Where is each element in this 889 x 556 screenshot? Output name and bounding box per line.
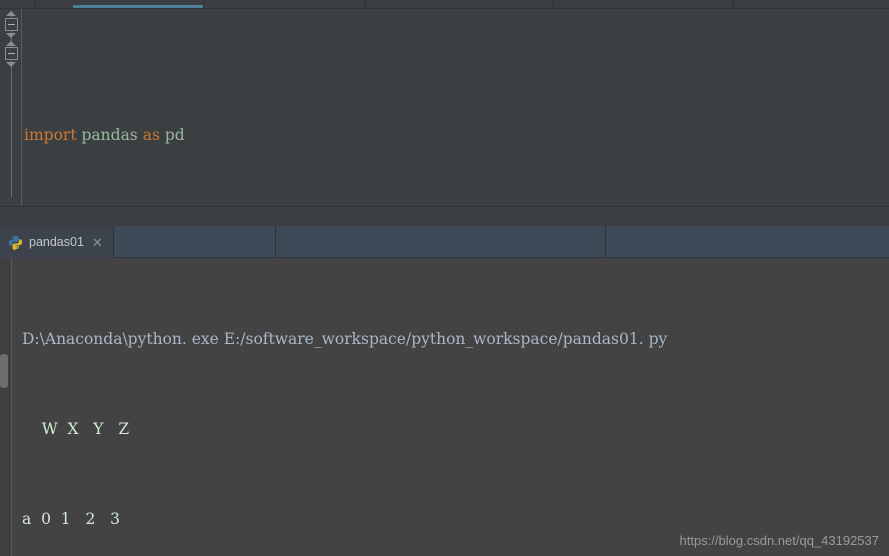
keyword-as: as (142, 126, 160, 144)
module-pandas: pandas (81, 126, 138, 144)
watermark: https://blog.csdn.net/qq_43192537 (679, 533, 880, 548)
fold-cap-mid-icon (6, 33, 16, 38)
code-line-container[interactable]: import pandas as pd import numpy as np a… (22, 9, 889, 206)
alias-pd: pd (164, 126, 185, 144)
code-editor[interactable]: import pandas as pd import numpy as np a… (0, 9, 889, 206)
code-line-1[interactable]: import pandas as pd (22, 121, 889, 149)
console-gutter-divider (11, 258, 12, 556)
fold-minus-icon-1[interactable] (5, 18, 18, 31)
toolbar-separator-1 (275, 226, 276, 258)
keyword-import: import (24, 126, 77, 144)
console-scrollbar-thumb[interactable] (0, 354, 8, 388)
fold-cap-top2-icon (6, 41, 16, 46)
console-output-line: a 0 1 2 3 (22, 510, 120, 528)
python-file-icon (8, 235, 23, 250)
editor-console-splitter[interactable] (0, 206, 889, 226)
console-output-line: W X Y Z (22, 420, 130, 438)
console-output-panel[interactable]: D:\Anaconda\python. exe E:/software_work… (0, 258, 889, 556)
fold-minus-icon-2[interactable] (5, 47, 18, 60)
console-text[interactable]: D:\Anaconda\python. exe E:/software_work… (22, 264, 889, 556)
pycharm-window: import pandas as pd import numpy as np a… (0, 0, 889, 556)
fold-region-line (11, 11, 12, 197)
close-icon[interactable]: ✕ (92, 236, 103, 249)
fold-cap-top-icon (6, 11, 16, 16)
console-tab-pandas01[interactable]: pandas01 ✕ (0, 226, 114, 258)
console-tab-label: pandas01 (29, 235, 84, 249)
editor-gutter[interactable] (0, 9, 22, 206)
console-command-line: D:\Anaconda\python. exe E:/software_work… (22, 330, 668, 348)
run-tool-window-tabbar[interactable]: pandas01 ✕ (0, 226, 889, 258)
editor-tab-strip[interactable] (0, 0, 889, 9)
fold-cap-mid2-icon (6, 62, 16, 67)
toolbar-separator-2 (605, 226, 606, 258)
